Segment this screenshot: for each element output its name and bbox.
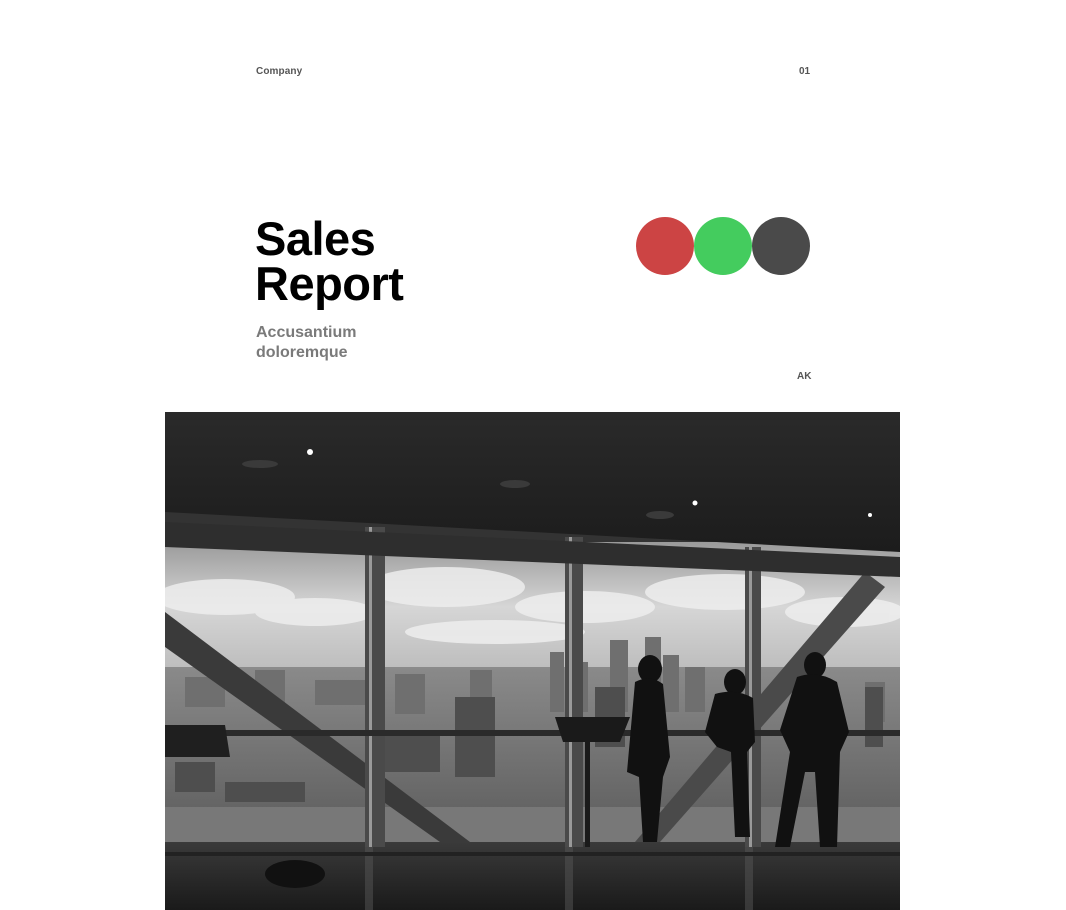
dot-red [636, 217, 694, 275]
dot-gray [752, 217, 810, 275]
report-cover-page: Company 01 Sales Report Accusantium dolo… [0, 0, 1066, 910]
author-initials: AK [797, 371, 812, 382]
color-dots [636, 217, 810, 275]
report-title: Sales Report [255, 212, 404, 310]
report-subtitle-line-1: Accusantium [256, 324, 357, 341]
people-at-window-photo [165, 412, 900, 910]
report-subtitle-line-2: doloremque [256, 344, 348, 361]
page-number: 01 [799, 66, 811, 77]
dot-green [694, 217, 752, 275]
report-title-line-2: Report [255, 257, 404, 310]
report-subtitle: Accusantium doloremque [256, 323, 356, 363]
report-title-line-1: Sales [255, 212, 376, 265]
company-label: Company [256, 66, 303, 77]
